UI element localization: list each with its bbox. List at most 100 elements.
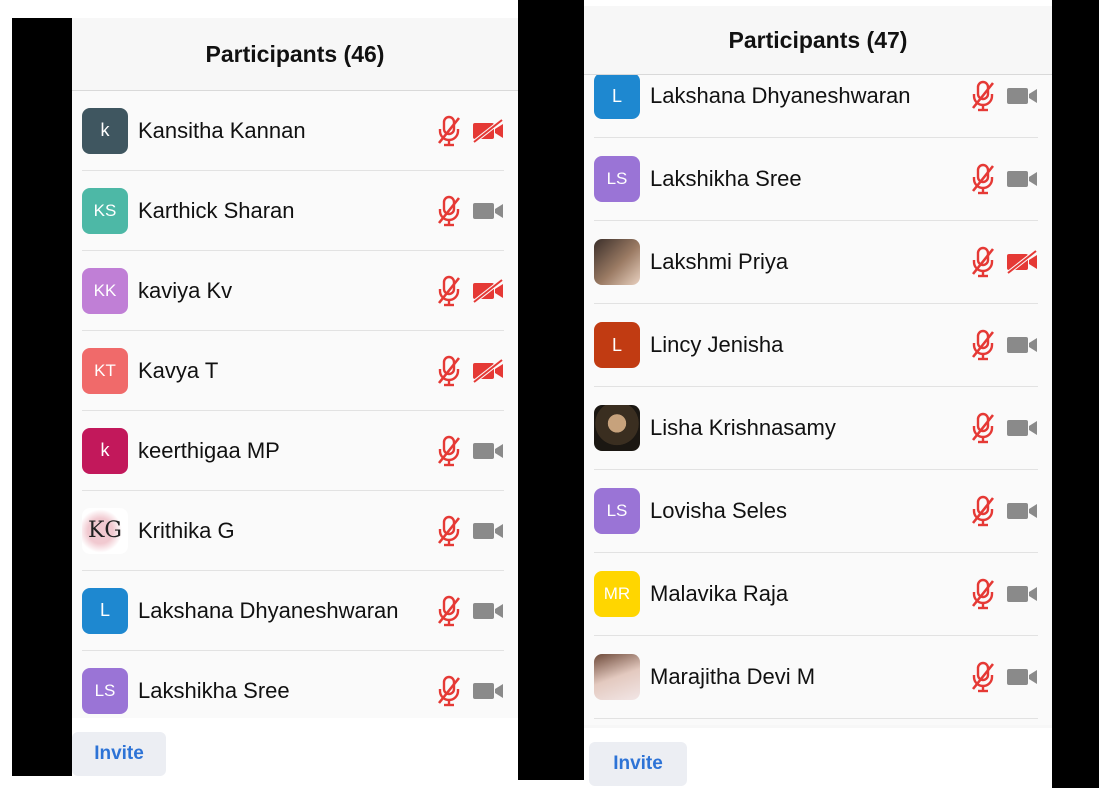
right-black-strip: [1052, 0, 1099, 788]
video-off-icon[interactable]: [1006, 250, 1038, 274]
avatar: k: [82, 427, 128, 474]
participant-status-icons: [970, 163, 1038, 195]
panel-title: Participants (47): [728, 26, 908, 53]
mic-muted-icon[interactable]: [970, 329, 996, 361]
mic-muted-icon[interactable]: [970, 495, 996, 527]
video-icon[interactable]: [1006, 665, 1038, 689]
video-icon[interactable]: [1006, 416, 1038, 440]
participant-name: Lakshana Dhyaneshwaran: [138, 597, 399, 623]
participant-row[interactable]: LS Lakshikha Sree: [594, 138, 1038, 221]
mic-muted-icon[interactable]: [970, 246, 996, 278]
participant-row[interactable]: KS Karthick Sharan: [82, 171, 504, 251]
participants-panel-left: Participants (46) k Kansitha Kannan KS Kar…: [72, 18, 518, 778]
middle-black-strip: [518, 0, 584, 780]
participant-row[interactable]: KK kaviya Kv: [82, 251, 504, 331]
participant-row[interactable]: LS Lakshikha Sree: [82, 651, 504, 718]
participant-name: Lisha Krishnasamy: [650, 415, 836, 440]
mic-muted-icon[interactable]: [970, 80, 996, 112]
left-black-strip: [12, 18, 72, 776]
participant-name: Karthick Sharan: [138, 197, 295, 223]
video-icon[interactable]: [472, 679, 504, 703]
mic-muted-icon[interactable]: [970, 412, 996, 444]
video-off-icon[interactable]: [472, 118, 504, 143]
participant-row[interactable]: L Lakshana Dhyaneshwaran: [82, 571, 504, 651]
avatar: [594, 654, 640, 700]
participant-row[interactable]: k Kansitha Kannan: [82, 91, 504, 171]
avatar: KK: [82, 267, 128, 314]
avatar: [594, 405, 640, 451]
avatar: L: [594, 322, 640, 368]
mic-muted-icon[interactable]: [970, 163, 996, 195]
participant-name: Lovisha Seles: [650, 498, 787, 523]
participant-row[interactable]: Lisha Krishnasamy: [594, 387, 1038, 470]
participant-name: Lakshana Dhyaneshwaran: [650, 83, 911, 108]
mic-muted-icon[interactable]: [436, 275, 462, 307]
participant-status-icons: [436, 515, 504, 547]
mic-muted-icon[interactable]: [970, 578, 996, 610]
participant-name: Kavya T: [138, 357, 219, 383]
participant-name: Lincy Jenisha: [650, 332, 784, 357]
participant-row[interactable]: Marajitha Devi M: [594, 636, 1038, 719]
video-icon[interactable]: [472, 519, 504, 543]
mic-muted-icon[interactable]: [436, 115, 462, 147]
video-icon[interactable]: [472, 599, 504, 623]
participant-row[interactable]: KG Krithika G: [82, 491, 504, 571]
participant-row[interactable]: Lakshmi Priya: [594, 221, 1038, 304]
participant-name: Kansitha Kannan: [138, 117, 306, 143]
participant-status-icons: [436, 675, 504, 707]
video-icon[interactable]: [1006, 84, 1038, 108]
avatar: [594, 239, 640, 285]
participant-name: Lakshikha Sree: [650, 166, 802, 191]
participant-status-icons: [970, 329, 1038, 361]
avatar: LS: [594, 156, 640, 202]
mic-muted-icon[interactable]: [436, 515, 462, 547]
video-icon[interactable]: [1006, 582, 1038, 606]
mic-muted-icon[interactable]: [970, 661, 996, 693]
video-icon[interactable]: [1006, 167, 1038, 191]
participant-row[interactable]: MR Malavika Raja: [594, 553, 1038, 636]
participant-status-icons: [436, 115, 504, 147]
panel-footer: Invite: [584, 728, 1052, 788]
invite-button[interactable]: Invite: [589, 742, 687, 786]
participant-status-icons: [970, 578, 1038, 610]
mic-muted-icon[interactable]: [436, 195, 462, 227]
participant-status-icons: [436, 275, 504, 307]
participant-name: Krithika G: [138, 517, 235, 543]
participant-name: Lakshikha Sree: [138, 677, 290, 703]
video-off-icon[interactable]: [472, 358, 504, 383]
avatar: k: [82, 107, 128, 154]
participant-name: Lakshmi Priya: [650, 249, 789, 274]
invite-button[interactable]: Invite: [72, 732, 166, 776]
avatar: LS: [594, 488, 640, 534]
participant-status-icons: [436, 435, 504, 467]
participant-list[interactable]: k Kansitha Kannan KS Karthick Sharan KK kav…: [72, 91, 518, 718]
video-icon[interactable]: [472, 439, 504, 463]
participant-status-icons: [970, 661, 1038, 693]
participant-status-icons: [970, 412, 1038, 444]
participant-row[interactable]: L Lincy Jenisha: [594, 304, 1038, 387]
mic-muted-icon[interactable]: [436, 435, 462, 467]
participant-status-icons: [970, 246, 1038, 278]
mic-muted-icon[interactable]: [436, 675, 462, 707]
participant-row[interactable]: L Lakshana Dhyaneshwaran: [594, 75, 1038, 138]
avatar: KS: [82, 187, 128, 234]
participants-panel-right: Participants (47) L Lakshana Dhyaneshwara…: [584, 6, 1052, 788]
participant-status-icons: [970, 495, 1038, 527]
avatar: KT: [82, 347, 128, 394]
participant-row[interactable]: LS Lovisha Seles: [594, 470, 1038, 553]
participant-status-icons: [436, 595, 504, 627]
video-icon[interactable]: [472, 199, 504, 223]
panel-title: Participants (46): [205, 40, 385, 67]
participant-row[interactable]: KT Kavya T: [82, 331, 504, 411]
video-icon[interactable]: [1006, 499, 1038, 523]
participant-status-icons: [970, 80, 1038, 112]
mic-muted-icon[interactable]: [436, 595, 462, 627]
participant-name: kaviya Kv: [138, 277, 233, 303]
mic-muted-icon[interactable]: [436, 355, 462, 387]
video-icon[interactable]: [1006, 333, 1038, 357]
participant-status-icons: [436, 355, 504, 387]
participant-row[interactable]: k keerthigaa MP: [82, 411, 504, 491]
participant-list[interactable]: L Lakshana Dhyaneshwaran LS Lakshikha Sree…: [584, 75, 1052, 725]
video-off-icon[interactable]: [472, 278, 504, 303]
participant-name: keerthigaa MP: [138, 437, 280, 463]
